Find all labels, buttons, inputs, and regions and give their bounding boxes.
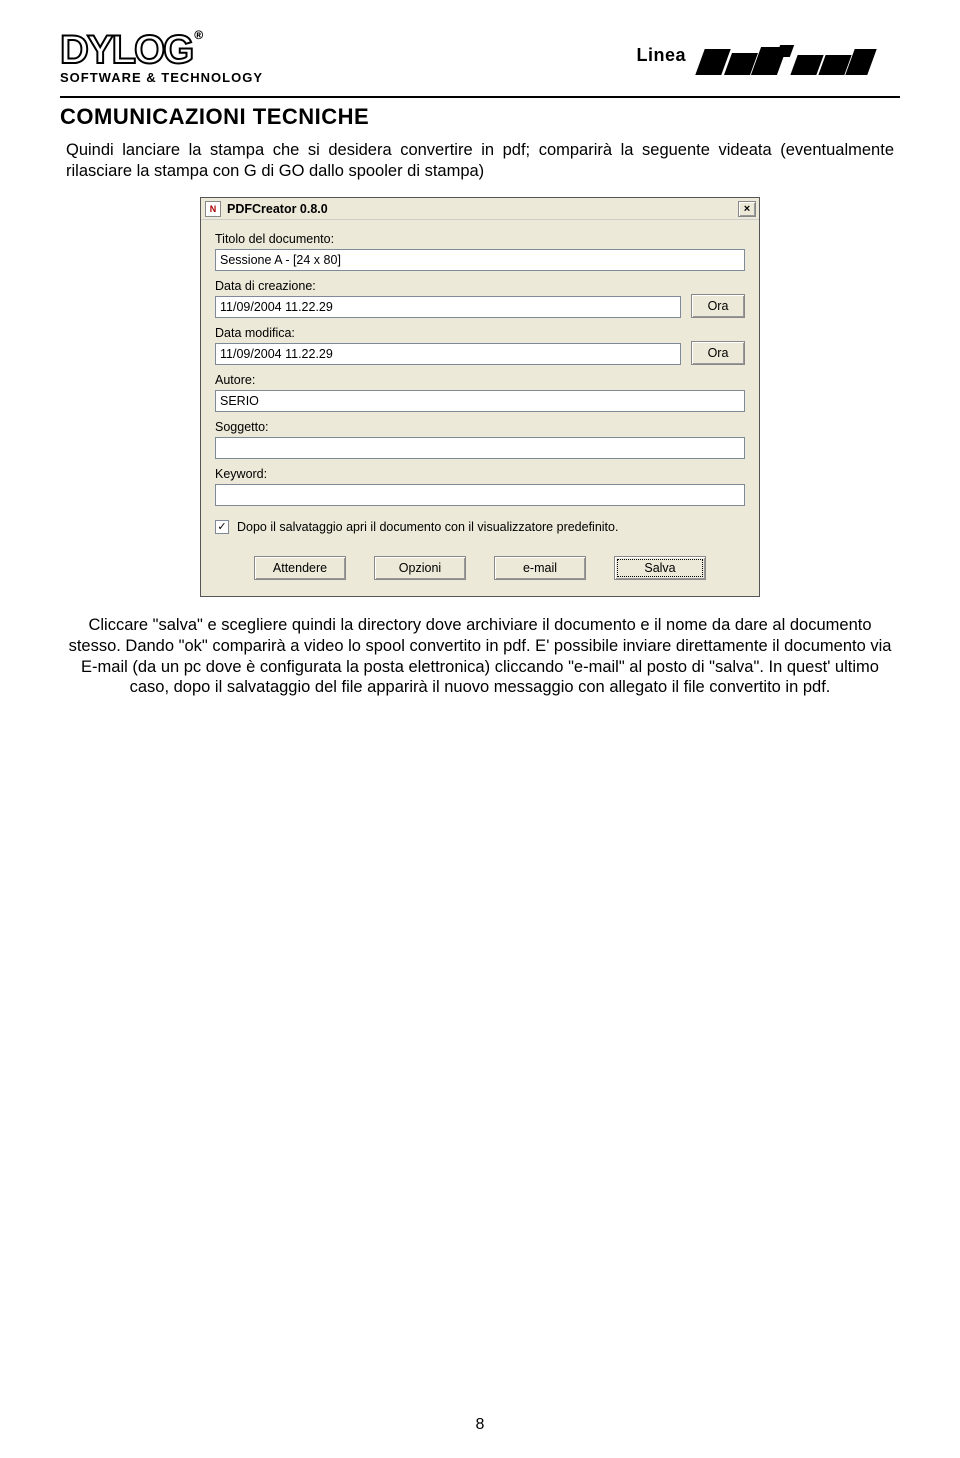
- outro-paragraph: Cliccare "salva" e scegliere quindi la d…: [60, 615, 900, 698]
- attendere-button[interactable]: Attendere: [254, 556, 346, 580]
- modifica-label: Data modifica:: [215, 326, 681, 340]
- brand-name: DYLOG®: [60, 32, 320, 68]
- header-right: Linea: [636, 35, 900, 75]
- field-creazione: Data di creazione: Ora: [215, 279, 745, 318]
- section-title: COMUNICAZIONI TECNICHE: [60, 104, 900, 130]
- linea-label: Linea: [636, 45, 686, 66]
- dialog-titlebar: N PDFCreator 0.8.0 ×: [201, 198, 759, 220]
- checkbox-label: Dopo il salvataggio apri il documento co…: [237, 520, 618, 534]
- soggetto-input[interactable]: [215, 437, 745, 459]
- document-page: DYLOG® SOFTWARE & TECHNOLOGY Linea COMUN…: [0, 0, 960, 1458]
- field-autore: Autore:: [215, 373, 745, 412]
- keyword-label: Keyword:: [215, 467, 745, 481]
- checkbox-row: ✓ Dopo il salvataggio apri il documento …: [215, 520, 745, 534]
- ora-button-1[interactable]: Ora: [691, 294, 745, 318]
- creazione-input[interactable]: [215, 296, 681, 318]
- autore-input[interactable]: [215, 390, 745, 412]
- brand-name-text: DYLOG: [60, 28, 192, 72]
- open-after-save-checkbox[interactable]: ✓: [215, 520, 229, 534]
- creazione-label: Data di creazione:: [215, 279, 681, 293]
- modifica-input[interactable]: [215, 343, 681, 365]
- header-divider: [60, 96, 900, 98]
- intro-paragraph: Quindi lanciare la stampa che si desider…: [60, 140, 900, 181]
- field-soggetto: Soggetto:: [215, 420, 745, 459]
- email-button[interactable]: e-mail: [494, 556, 586, 580]
- autore-label: Autore:: [215, 373, 745, 387]
- brand-logo: DYLOG® SOFTWARE & TECHNOLOGY: [60, 25, 320, 85]
- titolo-label: Titolo del documento:: [215, 232, 745, 246]
- dialog-button-row: Attendere Opzioni e-mail Salva: [215, 552, 745, 582]
- soggetto-label: Soggetto:: [215, 420, 745, 434]
- app-icon: N: [205, 201, 221, 217]
- registered-icon: ®: [194, 28, 201, 42]
- field-keyword: Keyword:: [215, 467, 745, 506]
- linea-brand-logo: [700, 35, 900, 75]
- titolo-input[interactable]: [215, 249, 745, 271]
- close-button[interactable]: ×: [738, 201, 756, 217]
- keyword-input[interactable]: [215, 484, 745, 506]
- pdfcreator-dialog: N PDFCreator 0.8.0 × Titolo del document…: [200, 197, 760, 597]
- field-titolo: Titolo del documento:: [215, 232, 745, 271]
- field-modifica: Data modifica: Ora: [215, 326, 745, 365]
- salva-button[interactable]: Salva: [614, 556, 706, 580]
- ora-button-2[interactable]: Ora: [691, 341, 745, 365]
- page-header: DYLOG® SOFTWARE & TECHNOLOGY Linea: [60, 20, 900, 90]
- opzioni-button[interactable]: Opzioni: [374, 556, 466, 580]
- page-number: 8: [0, 1416, 960, 1434]
- close-icon: ×: [744, 203, 750, 215]
- dialog-body: Titolo del documento: Data di creazione:…: [201, 220, 759, 596]
- dialog-title: PDFCreator 0.8.0: [227, 202, 732, 216]
- brand-tagline: SOFTWARE & TECHNOLOGY: [60, 70, 320, 85]
